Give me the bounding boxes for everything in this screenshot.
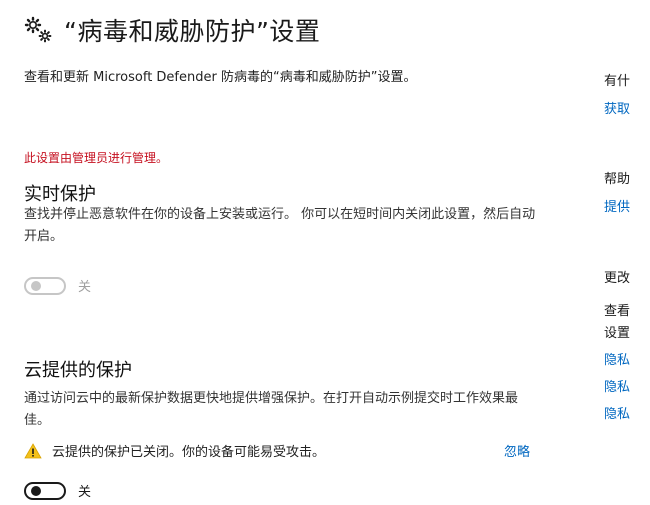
realtime-protection-toggle-row: 关 [24,276,91,295]
page-subtitle: 查看和更新 Microsoft Defender 防病毒的“病毒和威胁防护”设置… [24,70,417,85]
dismiss-link[interactable]: 忽略 [504,441,530,460]
page-header: “病毒和威胁防护”设置 [24,12,320,48]
realtime-protection-heading: 实时保护 [24,184,96,205]
sidebar-heading-help: 帮助 [604,172,631,187]
warning-icon [24,442,42,458]
sidebar-link-privacy-dashboard[interactable]: 隐私 [604,376,630,395]
sidebar-text-settings: 设置 [604,326,631,341]
cloud-protection-warning: 云提供的保护已关闭。你的设备可能易受攻击。 忽略 [24,441,530,460]
gear-icon [24,16,52,43]
cloud-protection-description: 通过访问云中的最新保护数据更快地提供增强保护。在打开自动示例提交时工作效果最佳。 [24,391,519,428]
realtime-protection-description: 查找并停止恶意软件在你的设备上安装或运行。 你可以在短时间内关闭此设置，然后自动… [24,207,536,244]
cloud-protection-toggle[interactable] [24,481,66,500]
realtime-protection-state-label: 关 [78,280,92,295]
sidebar-link-privacy-settings[interactable]: 隐私 [604,349,630,368]
sidebar-link-feedback[interactable]: 提供 [604,196,630,215]
sidebar-heading-question: 有什 [604,74,631,89]
cloud-protection-heading: 云提供的保护 [24,360,132,381]
cloud-protection-toggle-row: 关 [24,481,91,500]
sidebar-text-view: 查看 [604,304,631,319]
toggle-knob [31,281,41,291]
sidebar-link-get-help[interactable]: 获取 [604,98,630,117]
cloud-protection-state-label: 关 [78,485,92,500]
warning-message: 云提供的保护已关闭。你的设备可能易受攻击。 [52,445,326,460]
sidebar-heading-change-privacy: 更改 [604,271,631,286]
sidebar-link-privacy-statement[interactable]: 隐私 [604,403,630,422]
managed-by-admin-notice: 此设置由管理员进行管理。 [24,151,169,165]
page-title: “病毒和威胁防护”设置 [64,17,321,46]
realtime-protection-toggle[interactable] [24,276,66,295]
toggle-knob [31,486,41,496]
